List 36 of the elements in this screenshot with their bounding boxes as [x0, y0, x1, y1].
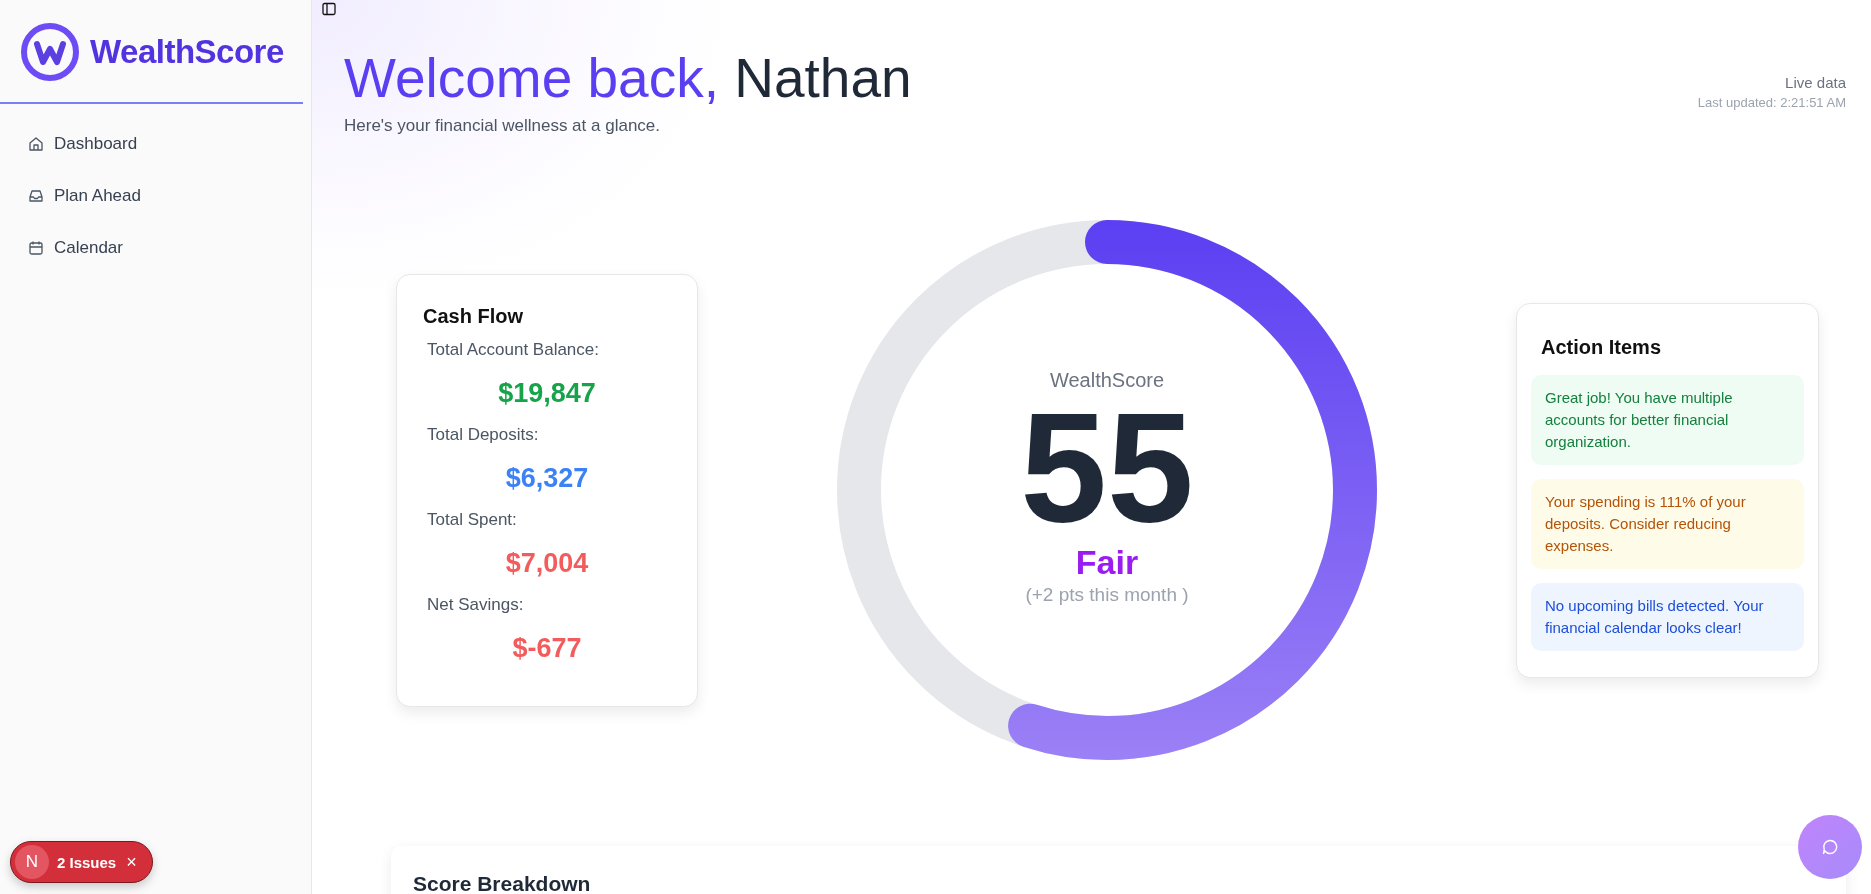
- card-title: Score Breakdown: [413, 872, 592, 894]
- subtitle: Here's your financial wellness at a glance.: [344, 116, 662, 136]
- score-label: WealthScore: [1049, 368, 1165, 392]
- nav-item[interactable]: Dashboard: [26, 130, 146, 158]
- issues-avatar: N: [15, 845, 49, 879]
- metric-value: $19,847: [497, 377, 597, 409]
- card-title: Action Items: [1541, 335, 1663, 359]
- action-item: No upcoming bills detected. Your financial calendar looks clear!: [1531, 582, 1804, 651]
- action-item: Your spending is 111% of your deposits. Consider reducing expenses.: [1531, 478, 1804, 569]
- metric-label: Total Account Balance:: [427, 339, 600, 360]
- card-title: Cash Flow: [423, 304, 524, 328]
- logo-text: WealthScore: [90, 33, 284, 71]
- inbox-icon: [28, 188, 44, 204]
- metric-value: $7,004: [504, 547, 590, 579]
- score-rating: Fair: [1075, 541, 1139, 582]
- home-icon: [28, 136, 44, 152]
- issues-badge[interactable]: N 2 Issues ×: [10, 841, 153, 883]
- welcome-heading: Welcome back, Nathan: [344, 46, 912, 110]
- issues-label: 2 Issues: [57, 853, 117, 871]
- chat-icon: [1821, 838, 1839, 856]
- nav-item[interactable]: Calendar: [26, 234, 131, 262]
- calendar-icon: [28, 240, 44, 256]
- last-updated: Last updated: 2:21:51 AM: [1697, 95, 1846, 110]
- metric-label: Net Savings:: [427, 594, 525, 615]
- metric-value: $-677: [511, 632, 583, 664]
- metric-label: Total Deposits:: [427, 424, 540, 445]
- sidebar-toggle-icon[interactable]: [322, 2, 336, 16]
- metric-label: Total Spent:: [427, 509, 518, 530]
- metric-value: $6,327: [504, 462, 590, 494]
- close-button[interactable]: ×: [124, 851, 139, 873]
- logo-icon: [20, 22, 80, 82]
- nav-item[interactable]: Plan Ahead: [26, 182, 149, 210]
- action-item: Great job! You have multiple accounts for better financial organization.: [1531, 374, 1804, 465]
- score-value: 55: [1020, 391, 1194, 542]
- score-change: (+2 pts this month ): [1025, 583, 1189, 606]
- live-status: Live data: [1784, 74, 1846, 91]
